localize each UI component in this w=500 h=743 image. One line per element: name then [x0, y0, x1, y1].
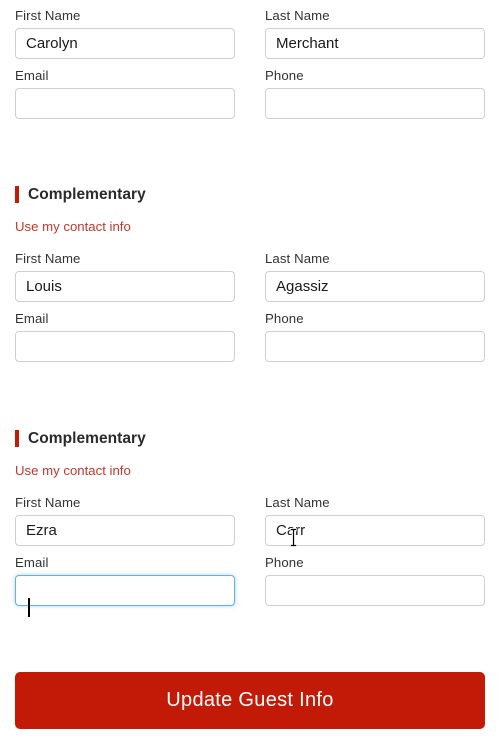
guest-2-contact-row: Email Phone: [15, 311, 485, 362]
text-caret: [28, 598, 30, 617]
guest-3-last-name-field: Last Name: [265, 495, 485, 546]
guest-1-phone-field: Phone: [265, 68, 485, 119]
guest-2-email-input[interactable]: [15, 331, 235, 362]
guest-1-name-row: First Name Last Name: [15, 8, 485, 59]
guest-1-first-name-field: First Name: [15, 8, 235, 59]
guest-2-section-heading: Complementary: [15, 185, 485, 204]
guest-3-phone-label: Phone: [265, 555, 304, 570]
section-accent-bar-icon: [15, 186, 19, 203]
guest-3-email-field: Email: [15, 555, 235, 606]
guest-2-last-name-input[interactable]: [265, 271, 485, 302]
guest-3-first-name-field: First Name: [15, 495, 235, 546]
guest-2-use-my-contact-info-link[interactable]: Use my contact info: [15, 219, 485, 235]
guest-1-last-name-field: Last Name: [265, 8, 485, 59]
guest-3-name-row: First Name Last Name: [15, 495, 485, 546]
guest-3-last-name-input[interactable]: [265, 515, 485, 546]
guest-2-email-field: Email: [15, 311, 235, 362]
guest-1-phone-label: Phone: [265, 68, 304, 83]
guest-1-email-field: Email: [15, 68, 235, 119]
guest-2-phone-field: Phone: [265, 311, 485, 362]
guest-1-last-name-label: Last Name: [265, 8, 330, 23]
update-guest-info-button[interactable]: Update Guest Info: [15, 672, 485, 729]
guest-1-email-input[interactable]: [15, 88, 235, 119]
guest-2-email-label: Email: [15, 311, 49, 326]
guest-3-phone-input[interactable]: [265, 575, 485, 606]
guest-3-email-input[interactable]: [15, 575, 235, 606]
guest-2-first-name-input[interactable]: [15, 271, 235, 302]
guest-2-first-name-field: First Name: [15, 251, 235, 302]
guest-block-1: First Name Last Name Email Phone: [15, 8, 485, 119]
guest-2-phone-input[interactable]: [265, 331, 485, 362]
guest-3-phone-field: Phone: [265, 555, 485, 606]
guest-3-first-name-input[interactable]: [15, 515, 235, 546]
guest-1-first-name-input[interactable]: [15, 28, 235, 59]
guest-1-contact-row: Email Phone: [15, 68, 485, 119]
guest-2-phone-label: Phone: [265, 311, 304, 326]
guest-block-2: Complementary Use my contact info First …: [15, 185, 485, 362]
guest-3-last-name-label: Last Name: [265, 495, 330, 510]
guest-3-section-heading: Complementary: [15, 429, 485, 448]
guest-3-email-label: Email: [15, 555, 49, 570]
guest-block-3: Complementary Use my contact info First …: [15, 429, 485, 606]
guest-1-last-name-input[interactable]: [265, 28, 485, 59]
section-accent-bar-icon: [15, 430, 19, 447]
guest-1-first-name-label: First Name: [15, 8, 81, 23]
guest-2-name-row: First Name Last Name: [15, 251, 485, 302]
guest-3-use-my-contact-info-link[interactable]: Use my contact info: [15, 463, 485, 479]
guest-3-section-title: Complementary: [28, 430, 146, 447]
guest-3-first-name-label: First Name: [15, 495, 81, 510]
guest-2-first-name-label: First Name: [15, 251, 81, 266]
guest-2-section-title: Complementary: [28, 186, 146, 203]
guest-1-email-label: Email: [15, 68, 49, 83]
guest-3-contact-row: Email Phone: [15, 555, 485, 606]
guest-1-phone-input[interactable]: [265, 88, 485, 119]
guest-info-form-page: First Name Last Name Email Phone Complem…: [0, 0, 500, 743]
guest-2-last-name-field: Last Name: [265, 251, 485, 302]
guest-2-last-name-label: Last Name: [265, 251, 330, 266]
